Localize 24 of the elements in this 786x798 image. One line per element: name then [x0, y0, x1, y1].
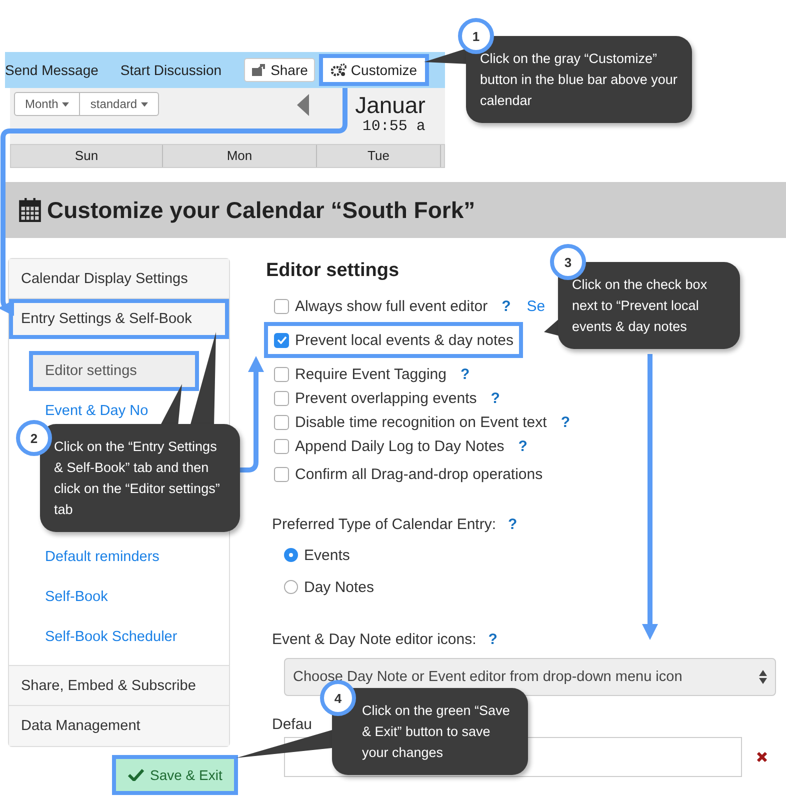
- page-title: Customize your Calendar “South Fork”: [47, 196, 476, 224]
- option-label: Require Event Tagging: [295, 366, 446, 382]
- step-badge: 4: [320, 680, 356, 716]
- month-title: Januar: [355, 92, 426, 118]
- field-label: Preferred Type of Calendar Entry:: [272, 516, 496, 533]
- step-badge: 1: [458, 18, 494, 54]
- section-heading: Editor settings: [266, 260, 400, 282]
- tooltip-text: Click on the green “Save & Exit” button to save your changes: [362, 702, 511, 762]
- day-header: Tue: [317, 145, 441, 167]
- option-label: Always show full event editor: [295, 298, 488, 314]
- field-label: Defau: [272, 716, 312, 733]
- tooltip-text: Click on the “Entry Settings & Self-Book” tab and then click on the “Editor settings” tab: [54, 438, 221, 519]
- day-header: Mon: [163, 145, 317, 167]
- field-label: Event & Day Note editor icons:: [272, 631, 476, 648]
- option-label: Append Daily Log to Day Notes: [295, 438, 504, 454]
- option-label: Prevent overlapping events: [295, 390, 477, 406]
- option-label: Prevent local events & day notes: [295, 332, 514, 348]
- step-badge: 3: [550, 244, 586, 280]
- option-label: Confirm all Drag-and-drop operations: [295, 466, 543, 482]
- radio-label: Day Notes: [304, 578, 374, 596]
- day-header: Sun: [11, 145, 163, 167]
- radio-label: Events: [304, 546, 350, 564]
- time-text: 10:55 a: [362, 118, 426, 135]
- option-label: Disable time recognition on Event text: [295, 414, 547, 430]
